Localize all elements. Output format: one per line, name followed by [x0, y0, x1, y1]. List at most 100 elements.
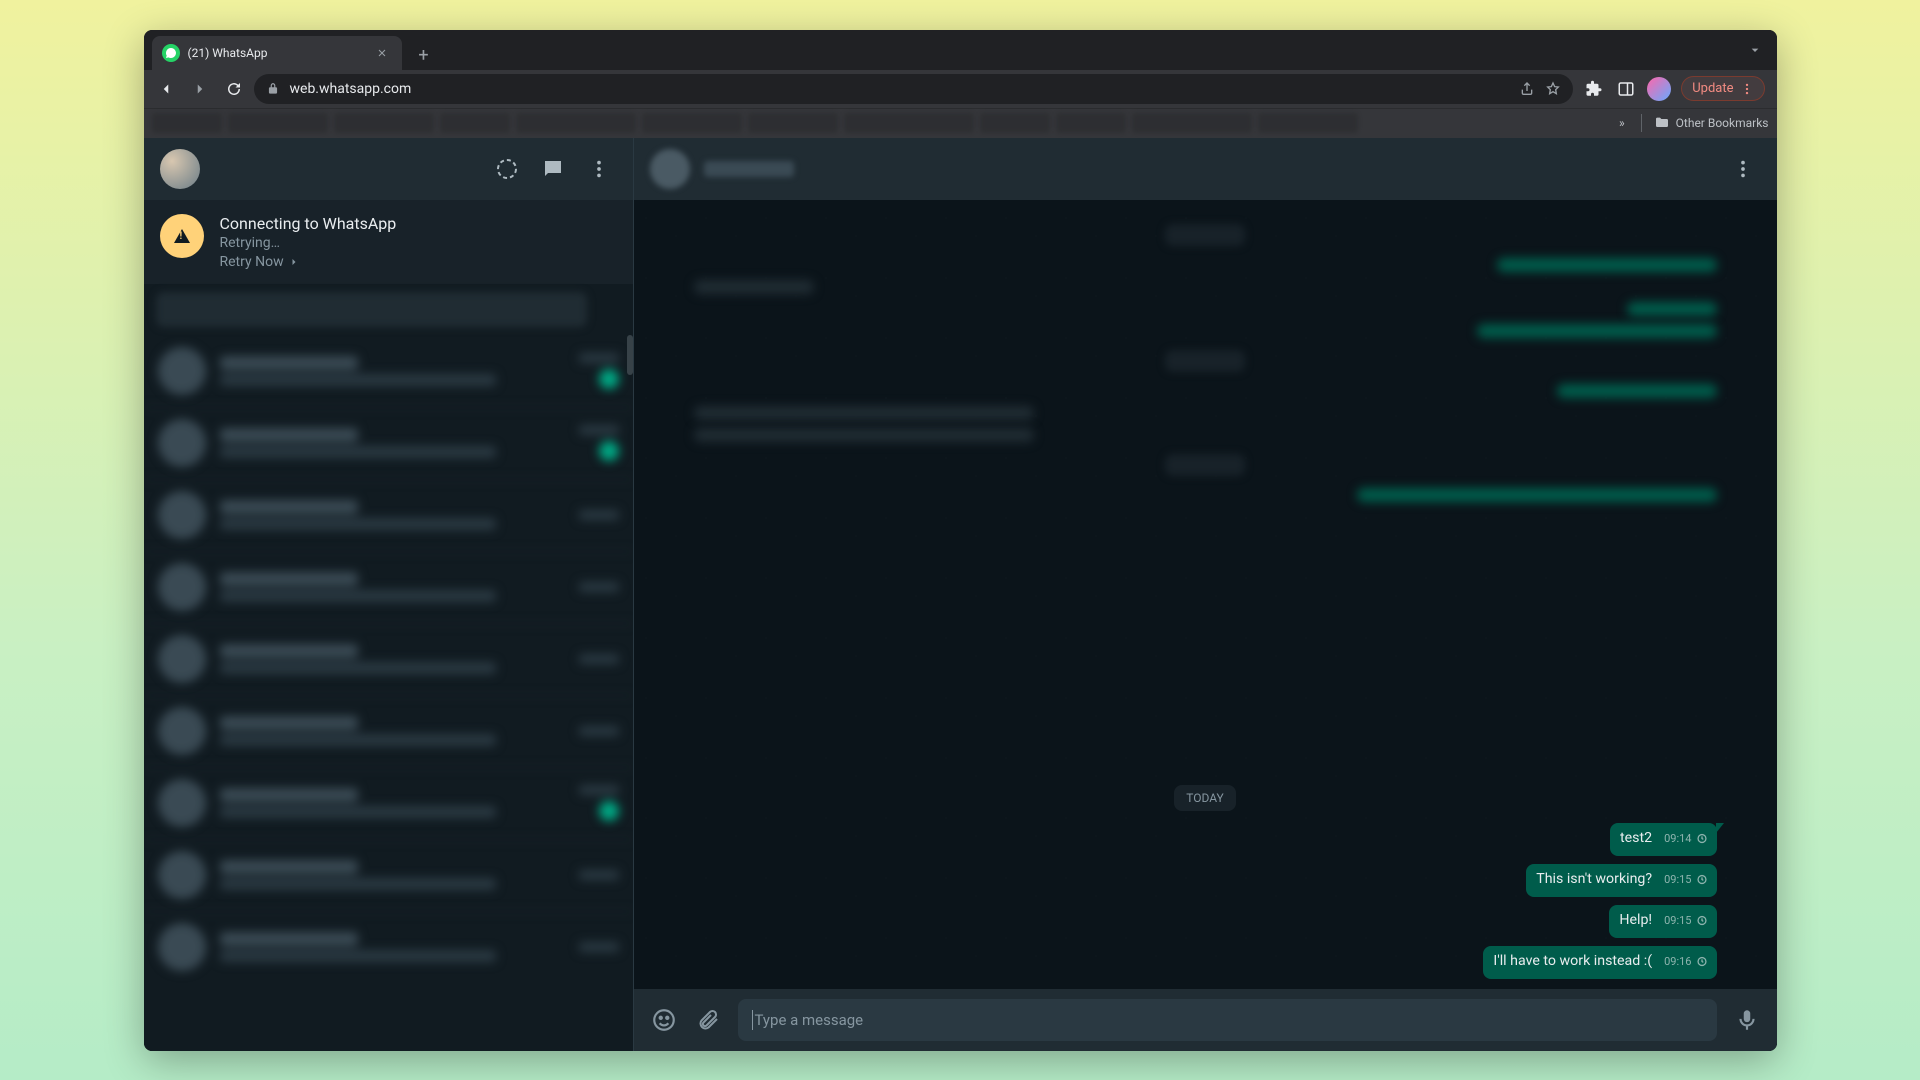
retry-now-button[interactable]: Retry Now	[220, 254, 300, 270]
bookmark-item[interactable]	[228, 113, 328, 133]
message-placeholder: Type a message	[755, 1011, 864, 1029]
extensions-icon[interactable]	[1583, 78, 1605, 100]
message-text: I'll have to work instead :(	[1493, 952, 1656, 971]
bookmark-item[interactable]	[334, 113, 434, 133]
side-panel-icon[interactable]	[1615, 78, 1637, 100]
separator	[1641, 114, 1642, 132]
chevron-right-icon	[288, 256, 300, 268]
bookmarks-overflow[interactable]: »	[1615, 116, 1629, 130]
my-avatar[interactable]	[160, 149, 200, 189]
chat-menu-icon[interactable]	[1725, 151, 1761, 187]
messages-area[interactable]: TODAY test2 09:14 This isn't working? 0	[634, 200, 1777, 989]
chat-list-item[interactable]	[144, 767, 633, 839]
bookmark-item[interactable]	[1258, 113, 1358, 133]
message-row: This isn't working? 09:15	[694, 864, 1717, 897]
url-text: web.whatsapp.com	[290, 81, 1510, 97]
chat-list-item[interactable]	[144, 695, 633, 767]
other-bookmarks-label: Other Bookmarks	[1676, 116, 1769, 130]
share-icon[interactable]	[1519, 81, 1535, 97]
bookmark-item[interactable]	[1132, 113, 1252, 133]
warning-icon	[160, 214, 204, 258]
chat-list-item[interactable]	[144, 911, 633, 983]
update-label: Update	[1692, 81, 1733, 96]
bookmark-item[interactable]	[980, 113, 1050, 133]
chat-list-item[interactable]	[144, 335, 633, 407]
chat-list-item[interactable]	[144, 407, 633, 479]
message-text: test2	[1620, 829, 1656, 848]
status-icon[interactable]	[489, 151, 525, 187]
outgoing-message[interactable]: This isn't working? 09:15	[1526, 864, 1716, 897]
bookmark-item[interactable]	[642, 113, 742, 133]
bookmark-item[interactable]	[152, 113, 222, 133]
tabs-dropdown-button[interactable]	[1733, 42, 1777, 58]
message-time: 09:15	[1664, 870, 1691, 889]
connection-banner: Connecting to WhatsApp Retrying… Retry N…	[144, 200, 633, 284]
bookmark-item[interactable]	[440, 113, 510, 133]
browser-tab[interactable]: (21) WhatsApp	[152, 36, 402, 70]
emoji-button[interactable]	[650, 1006, 678, 1034]
bookmarks-bar: » Other Bookmarks	[144, 108, 1777, 138]
sidebar-header	[144, 138, 633, 200]
chat-list-item[interactable]	[144, 839, 633, 911]
back-button[interactable]	[152, 75, 180, 103]
toolbar-right-icons: Update	[1579, 76, 1768, 101]
message-time: 09:16	[1664, 952, 1691, 971]
chat-list-item[interactable]	[144, 623, 633, 695]
browser-window: (21) WhatsApp + web.whatsapp.com	[144, 30, 1777, 1051]
message-time: 09:14	[1664, 829, 1691, 848]
sidebar-search-row	[144, 284, 633, 335]
message-row: Help! 09:15	[694, 905, 1717, 938]
bookmark-star-icon[interactable]	[1545, 81, 1561, 97]
bookmark-item[interactable]	[1056, 113, 1126, 133]
connection-title: Connecting to WhatsApp	[220, 214, 397, 233]
chat-panel: TODAY test2 09:14 This isn't working? 0	[634, 138, 1777, 1051]
contact-name[interactable]	[704, 161, 794, 177]
contact-avatar[interactable]	[650, 149, 690, 189]
message-time: 09:15	[1664, 911, 1691, 930]
browser-menu-icon[interactable]	[1740, 82, 1754, 96]
profile-avatar[interactable]	[1647, 77, 1671, 101]
new-chat-icon[interactable]	[535, 151, 571, 187]
menu-icon[interactable]	[581, 151, 617, 187]
clock-icon	[1695, 833, 1709, 844]
search-input[interactable]	[156, 292, 587, 327]
reload-button[interactable]	[220, 75, 248, 103]
day-label: TODAY	[1174, 785, 1236, 811]
update-button[interactable]: Update	[1681, 76, 1764, 101]
address-bar[interactable]: web.whatsapp.com	[254, 74, 1574, 104]
bookmark-item[interactable]	[748, 113, 838, 133]
connection-status: Retrying…	[220, 235, 397, 251]
sidebar: Connecting to WhatsApp Retrying… Retry N…	[144, 138, 634, 1051]
search-in-chat-icon[interactable]	[1675, 151, 1711, 187]
chat-list[interactable]	[144, 335, 633, 1051]
outgoing-message[interactable]: Help! 09:15	[1609, 905, 1716, 938]
message-row: test2 09:14	[694, 823, 1717, 856]
chat-header	[634, 138, 1777, 200]
message-text: Help!	[1619, 911, 1656, 930]
message-text: This isn't working?	[1536, 870, 1656, 889]
new-tab-button[interactable]: +	[410, 42, 438, 70]
filter-icon[interactable]	[595, 296, 621, 322]
chat-list-item[interactable]	[144, 479, 633, 551]
tab-close-button[interactable]	[372, 45, 392, 61]
browser-toolbar: web.whatsapp.com Update	[144, 70, 1777, 108]
mic-button[interactable]	[1733, 1006, 1761, 1034]
browser-tab-bar: (21) WhatsApp +	[144, 30, 1777, 70]
clock-icon	[1695, 874, 1709, 885]
forward-button[interactable]	[186, 75, 214, 103]
bookmark-item[interactable]	[516, 113, 636, 133]
folder-icon	[1654, 115, 1670, 131]
whatsapp-favicon-icon	[162, 44, 180, 62]
attach-button[interactable]	[694, 1006, 722, 1034]
other-bookmarks-button[interactable]: Other Bookmarks	[1654, 115, 1769, 131]
bookmark-item[interactable]	[844, 113, 974, 133]
outgoing-message[interactable]: I'll have to work instead :( 09:16	[1483, 946, 1716, 979]
lock-icon	[266, 82, 280, 96]
clock-icon	[1695, 915, 1709, 926]
outgoing-message[interactable]: test2 09:14	[1610, 823, 1717, 856]
chat-list-item[interactable]	[144, 551, 633, 623]
message-input[interactable]: Type a message	[738, 999, 1717, 1041]
tab-title: (21) WhatsApp	[188, 46, 364, 60]
clock-icon	[1695, 956, 1709, 967]
whatsapp-app: Connecting to WhatsApp Retrying… Retry N…	[144, 138, 1777, 1051]
